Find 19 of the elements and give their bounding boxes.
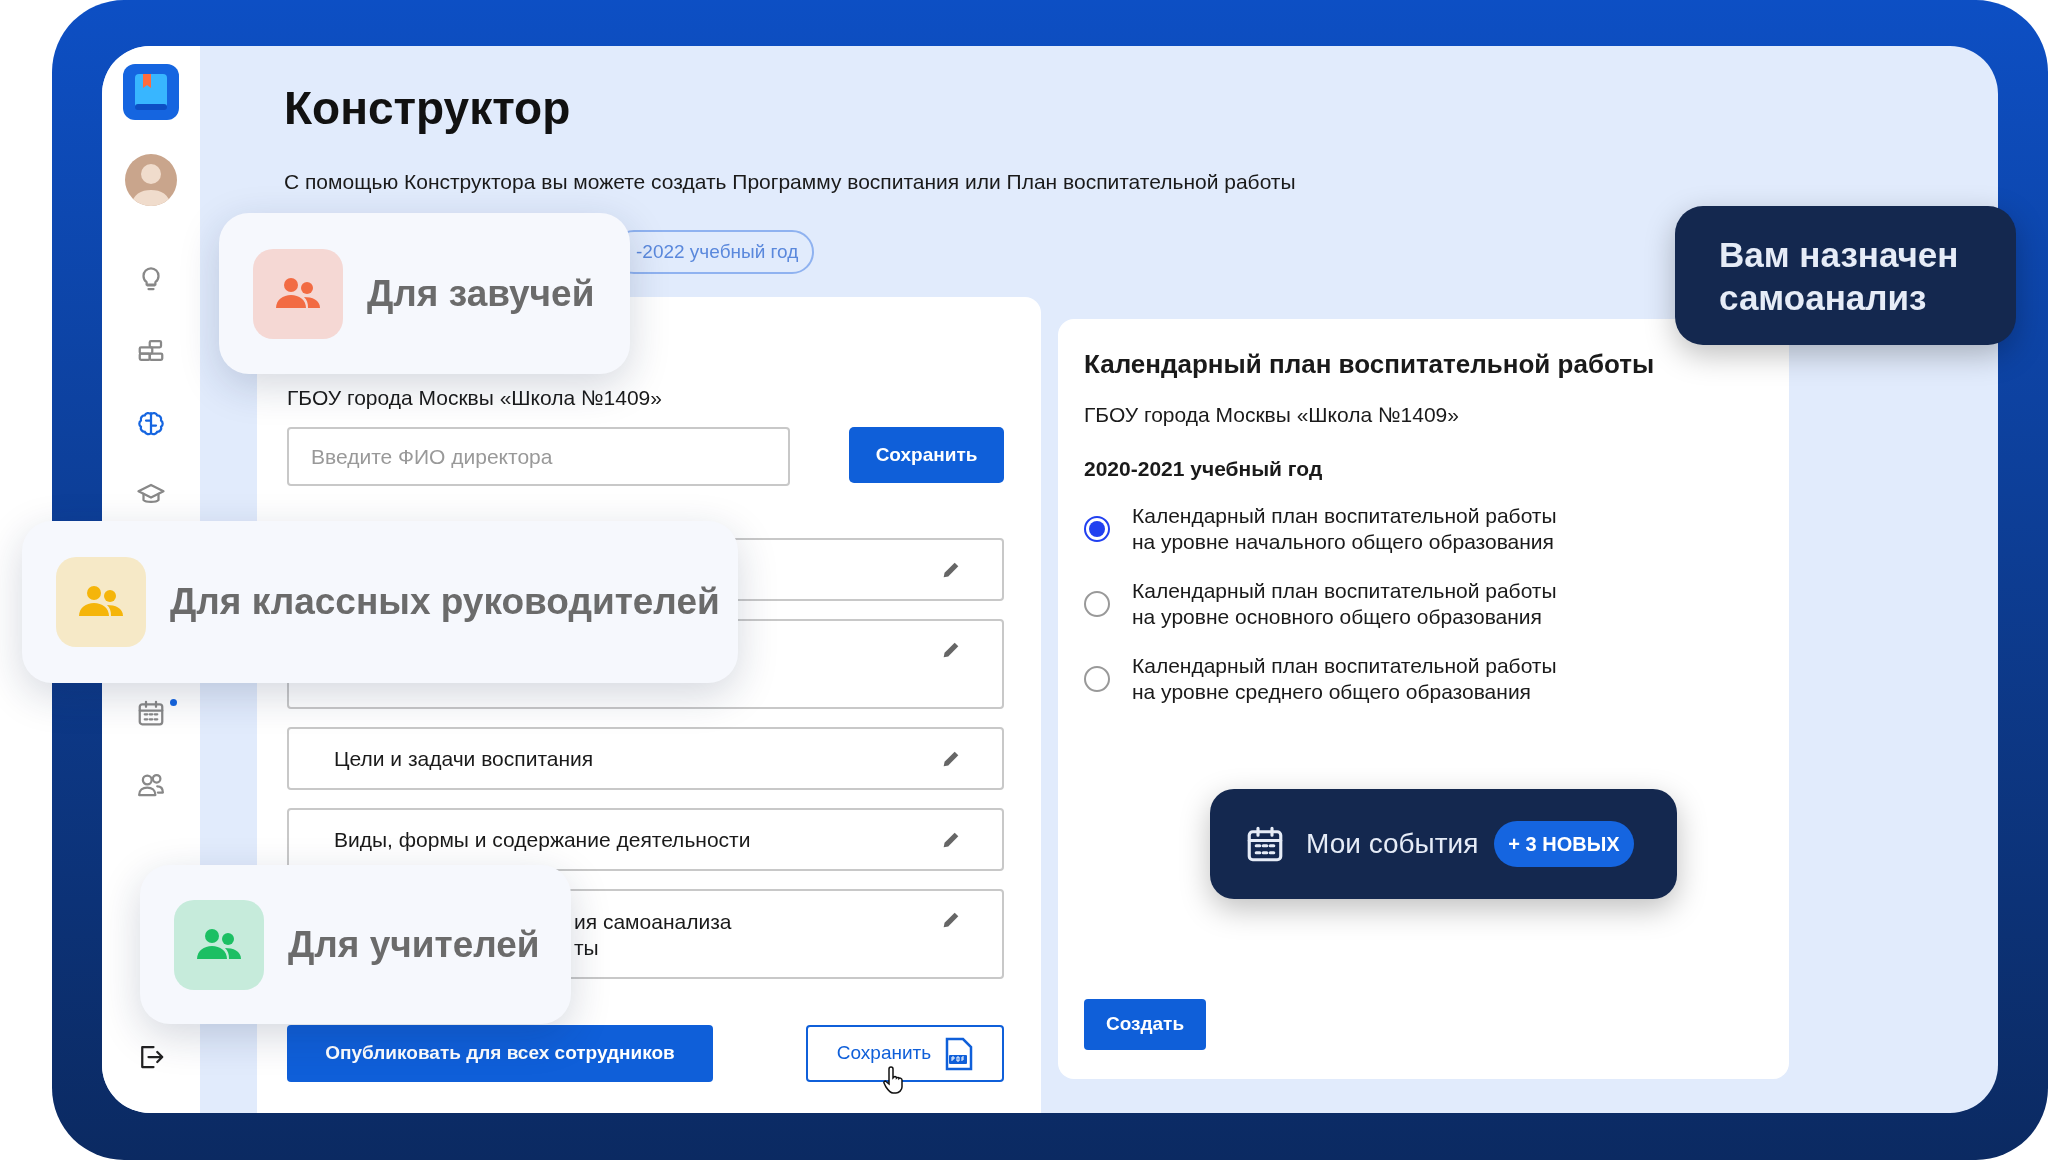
section-title: Виды, формы и содержание деятельности [334, 826, 751, 853]
new-events-badge: + 3 НОВЫХ [1494, 821, 1634, 867]
school-name: ГБОУ города Москвы «Школа №1409» [287, 385, 662, 411]
audience-label: Для завучей [367, 271, 595, 316]
page-title: Конструктор [284, 81, 571, 136]
section-title: Цели и задачи воспитания [334, 745, 594, 772]
audience-label: Для учителей [288, 922, 540, 967]
school-name: ГБОУ города Москвы «Школа №1409» [1084, 402, 1459, 428]
option-label: Календарный план воспитательной работы на уровне начального общего образования [1132, 503, 1557, 555]
section-title: ты [574, 935, 599, 961]
option-label: Календарный план воспитательной работы на уровне основного общего образования [1132, 578, 1557, 630]
audience-label: Для классных руководителей [170, 580, 720, 625]
card-title: Календарный план воспитательной работы [1084, 348, 1655, 381]
option-label: Календарный план воспитательной работы на уровне среднего общего образования [1132, 653, 1557, 705]
events-label: Мои события [1306, 827, 1479, 861]
page-description: С помощью Конструктора вы можете создать Программу воспитания или План воспитательной работы [284, 169, 1296, 195]
section-title: ия самоанализа [574, 909, 732, 935]
notification-text: Вам назначен самоанализ [1719, 233, 1960, 319]
school-year: 2020-2021 учебный год [1084, 456, 1323, 482]
